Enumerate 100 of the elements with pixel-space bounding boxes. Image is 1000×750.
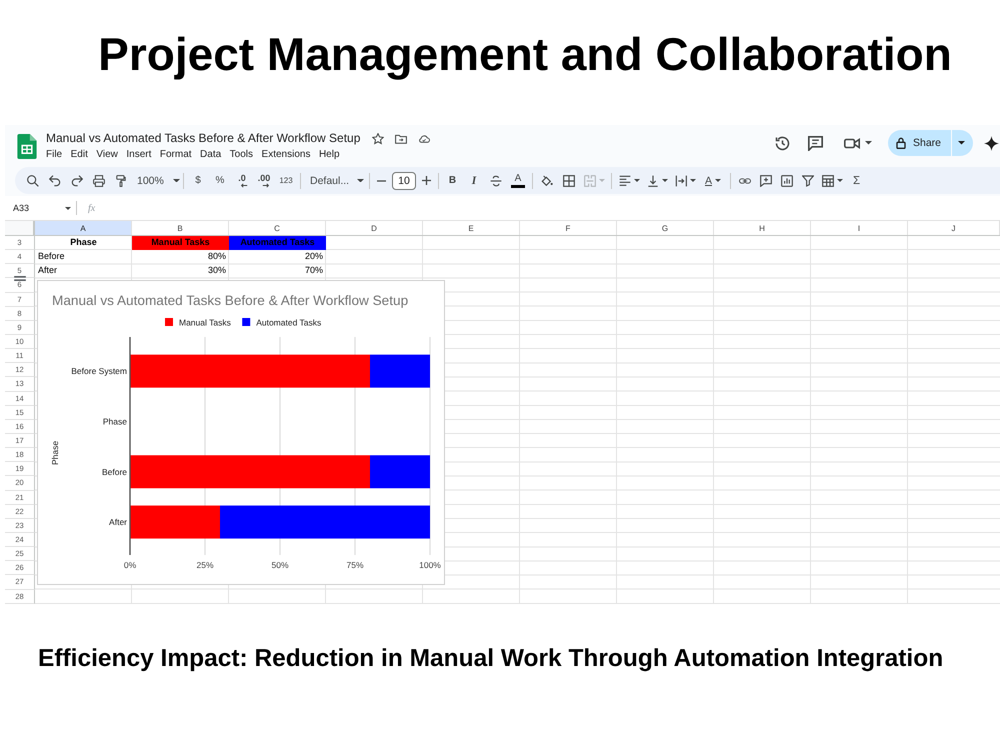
caret-icon <box>357 178 364 182</box>
legend-label: Automated Tasks <box>256 318 322 328</box>
category-label: Phase <box>102 416 127 426</box>
caret-icon <box>634 179 640 182</box>
caret-icon <box>662 179 668 182</box>
column-header[interactable]: D <box>326 221 423 235</box>
plus-icon <box>422 176 431 185</box>
decrease-decimal-button[interactable]: .0 <box>231 170 253 192</box>
sheets-logo-icon[interactable] <box>17 134 37 159</box>
table-cell-text: After <box>37 264 58 278</box>
minus-icon <box>377 180 386 182</box>
bold-button[interactable]: B <box>442 170 463 192</box>
color-bar-icon <box>511 185 525 188</box>
fx-label: fx <box>88 202 96 214</box>
column-header[interactable]: H <box>714 221 811 235</box>
column-header[interactable]: B <box>132 221 229 235</box>
table-cell-text: 30% <box>206 264 227 278</box>
caption: Efficiency Impact: Reduction in Manual Work Through Automation Integration <box>38 646 944 672</box>
menu-item[interactable]: Tools <box>230 148 254 161</box>
menu-item[interactable]: Data <box>200 148 222 161</box>
functions-button[interactable]: Σ <box>846 170 867 192</box>
share-menu-button[interactable] <box>952 130 973 156</box>
sparkle-icon[interactable] <box>984 136 999 150</box>
column-header[interactable]: G <box>617 221 714 235</box>
column-header[interactable]: C <box>229 221 326 235</box>
column-header[interactable]: J <box>908 221 1000 235</box>
paint-bucket-icon <box>541 174 553 186</box>
filter-icon <box>802 174 814 186</box>
currency-button[interactable]: $ <box>187 170 209 192</box>
arrow-icon <box>262 182 270 188</box>
text-color-button[interactable]: A <box>507 170 529 192</box>
borders-icon <box>563 174 575 186</box>
folder-icon[interactable] <box>395 132 408 144</box>
caret-icon[interactable] <box>865 141 872 145</box>
tick-label: 0% <box>124 560 136 570</box>
chart-card[interactable]: Manual vs Automated Tasks Before & After Workflow Setup Manual Tasks Automated Tasks Before System Phase Before After 0% 25% 50% 75% 100% Phase <box>37 280 445 585</box>
caret-icon <box>715 179 721 182</box>
menu-item[interactable]: Edit <box>70 148 88 161</box>
table-cell-text: Phase <box>69 236 98 249</box>
increase-decimal-button[interactable]: .00 <box>253 170 275 192</box>
tick-label: 100% <box>419 560 441 570</box>
table-cell-text: 80% <box>206 250 227 264</box>
menu-item[interactable]: Insert <box>126 148 152 161</box>
column-header[interactable]: F <box>520 221 617 235</box>
caret-icon <box>690 179 696 182</box>
chart-title: Manual vs Automated Tasks Before & After Workflow Setup <box>52 293 408 308</box>
cloud-icon[interactable] <box>418 132 430 144</box>
menu-item[interactable]: File <box>46 148 62 161</box>
tick-label: 75% <box>346 560 364 570</box>
column-header[interactable]: A <box>35 221 132 235</box>
category-label: After <box>109 517 127 528</box>
percent-button[interactable]: % <box>209 170 231 192</box>
category-label: Before System <box>71 366 127 376</box>
text-rotation-button[interactable]: A <box>699 170 727 192</box>
font-size-field[interactable]: 10 <box>392 172 416 190</box>
zoom-dropdown[interactable]: 100% <box>132 170 180 192</box>
column-header[interactable]: E <box>423 221 520 235</box>
caret-icon <box>65 206 71 210</box>
caret-icon <box>172 178 180 182</box>
redo-icon <box>71 174 83 186</box>
caret-icon <box>958 141 964 145</box>
legend-label: Manual Tasks <box>179 318 231 328</box>
column-header[interactable]: I <box>811 221 908 235</box>
video-camera-icon[interactable] <box>844 138 860 148</box>
comment-icon[interactable] <box>808 136 823 150</box>
number-format-button[interactable]: 123 <box>275 170 297 192</box>
caret-icon <box>598 179 604 182</box>
strikethrough-icon <box>490 174 502 186</box>
font-dropdown[interactable]: Defaul... <box>304 170 366 192</box>
chart-icon <box>780 174 792 186</box>
table-cell-text: 70% <box>304 264 324 278</box>
search-icon <box>27 174 39 186</box>
undo-icon <box>49 174 61 186</box>
menu-item[interactable]: Format <box>160 148 192 161</box>
add-comment-icon <box>760 174 772 186</box>
category-label: Before <box>102 466 127 477</box>
align-bottom-icon <box>646 174 658 186</box>
tick-label: 50% <box>272 560 288 570</box>
table-cell: Automated Tasks <box>229 236 326 250</box>
printer-icon <box>93 174 105 186</box>
tick-label: 25% <box>196 560 214 570</box>
table-cell: Manual Tasks <box>132 236 229 250</box>
table-icon <box>822 174 834 186</box>
align-left-icon <box>618 174 630 186</box>
italic-button[interactable]: I <box>463 170 485 192</box>
table-cell-text: 20% <box>304 250 324 264</box>
freeze-handle-icon[interactable] <box>14 276 26 280</box>
menu-item[interactable]: View <box>96 148 118 161</box>
paint-roller-icon <box>115 174 127 186</box>
caret-icon <box>836 179 842 182</box>
document-title[interactable]: Manual vs Automated Tasks Before & After Workflow Setup <box>46 131 360 146</box>
lock-icon <box>896 137 906 149</box>
menu-item[interactable]: Extensions <box>262 148 310 161</box>
axis-title: Phase <box>50 440 60 466</box>
name-box[interactable]: A33 <box>11 200 71 216</box>
menu-item[interactable]: Help <box>318 148 340 161</box>
star-icon[interactable] <box>372 132 384 144</box>
share-button[interactable]: Share <box>888 130 951 156</box>
history-icon[interactable] <box>775 136 790 150</box>
table-cell-text: Before <box>37 250 66 264</box>
